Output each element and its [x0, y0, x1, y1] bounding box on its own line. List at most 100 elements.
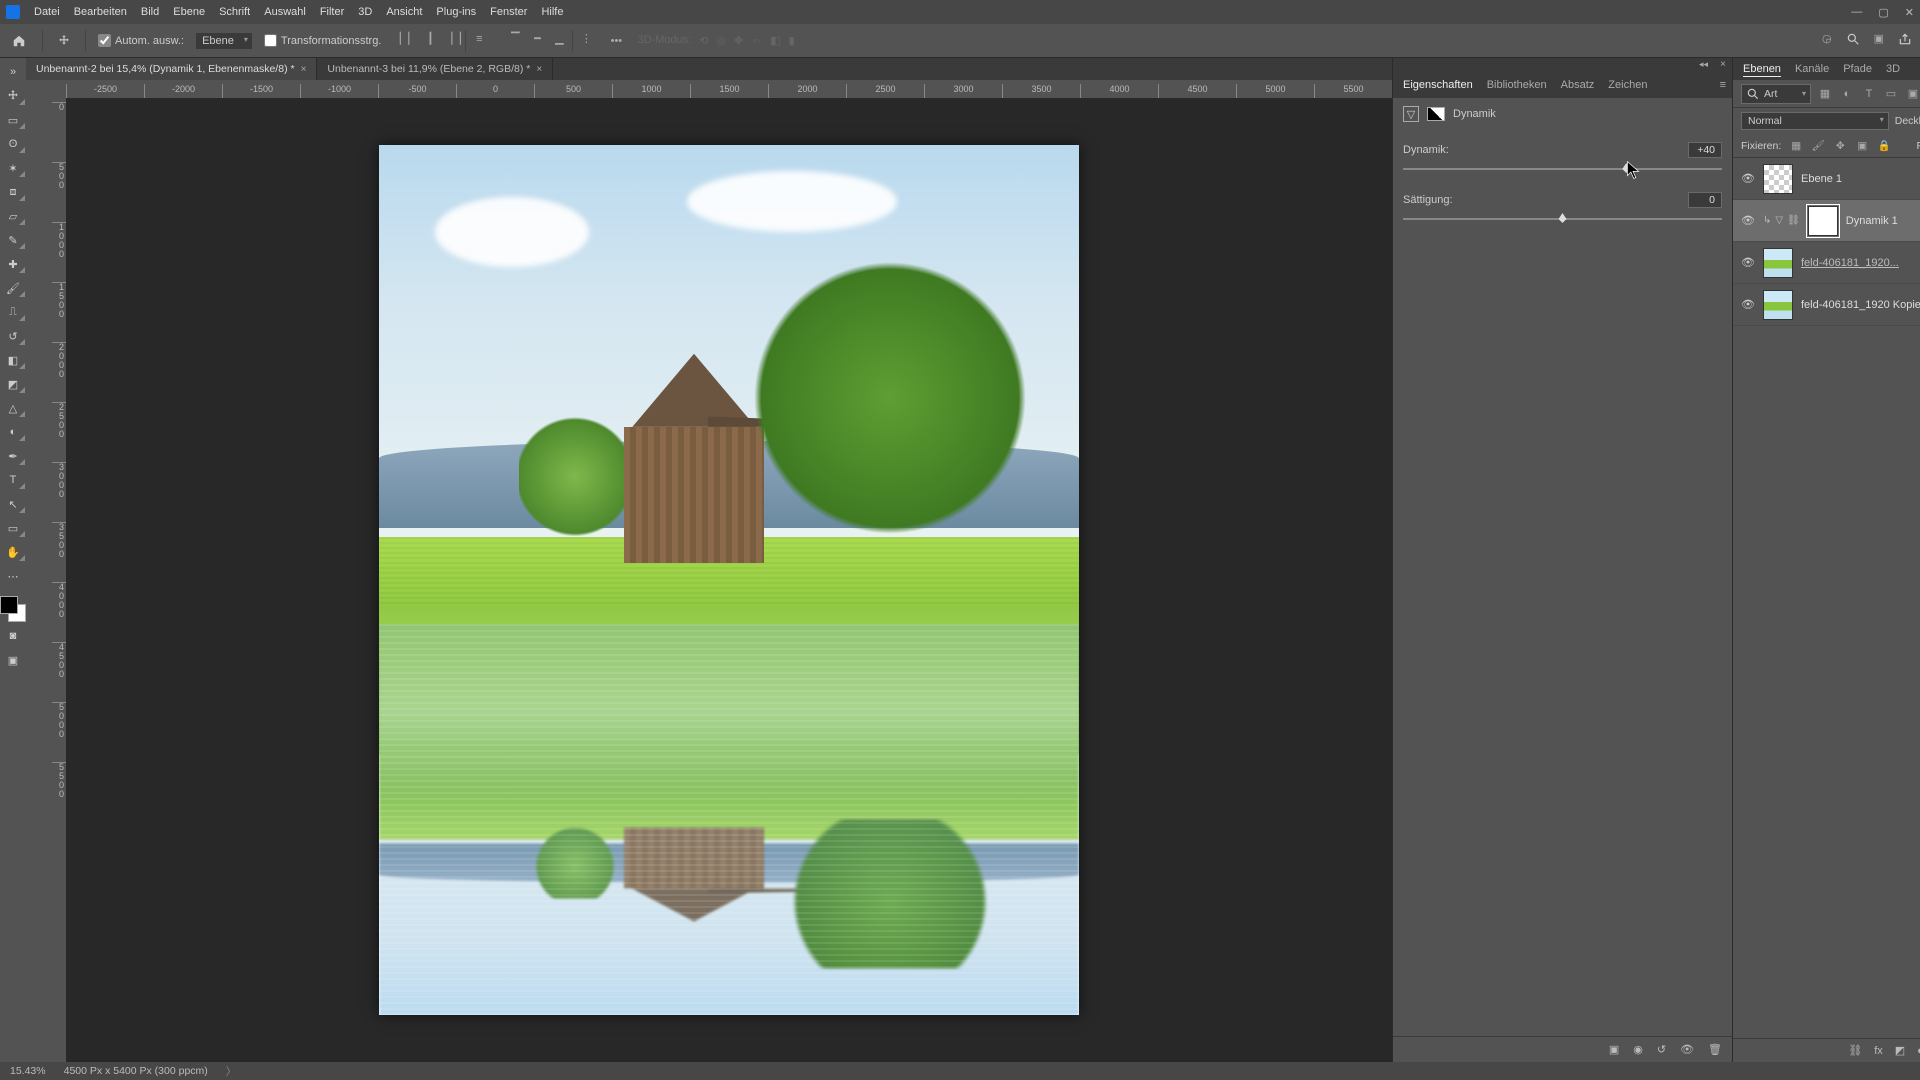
- document-tab[interactable]: Unbenannt-2 bei 15,4% (Dynamik 1, Ebenen…: [26, 58, 317, 80]
- expand-toolbar-icon[interactable]: »: [0, 62, 26, 82]
- menu-item[interactable]: Fenster: [490, 6, 527, 18]
- menu-item[interactable]: Bild: [141, 6, 159, 18]
- magic-wand-tool[interactable]: ✶: [0, 158, 26, 178]
- tab-properties[interactable]: Eigenschaften: [1403, 79, 1473, 91]
- quick-mask-icon[interactable]: ◙: [0, 626, 26, 646]
- artboard[interactable]: [379, 145, 1079, 1015]
- layer-thumbnail[interactable]: [1763, 164, 1793, 194]
- toggle-visibility-icon[interactable]: 👁: [1680, 1043, 1694, 1056]
- close-tab-icon[interactable]: ×: [536, 64, 542, 75]
- layer-name[interactable]: Ebene 1: [1801, 173, 1842, 185]
- layer-name[interactable]: feld-406181_1920 Kopie: [1801, 299, 1920, 311]
- lock-position-icon[interactable]: ✥: [1833, 139, 1847, 153]
- layer-effects-icon[interactable]: fx: [1874, 1045, 1883, 1057]
- foreground-color[interactable]: [0, 596, 18, 614]
- canvas[interactable]: [66, 98, 1392, 1062]
- edit-toolbar-icon[interactable]: ⋯: [0, 566, 26, 586]
- align-bottom-icon[interactable]: ▁: [550, 30, 568, 48]
- layer-mask-thumbnail[interactable]: [1808, 206, 1838, 236]
- hand-tool[interactable]: ✋: [0, 542, 26, 562]
- distribute-v-icon[interactable]: ⋮: [577, 30, 595, 48]
- tab-libraries[interactable]: Bibliotheken: [1487, 79, 1547, 91]
- zoom-level[interactable]: 15.43%: [10, 1065, 46, 1077]
- menu-item[interactable]: 3D: [358, 6, 372, 18]
- layer-row[interactable]: 👁 ↳▽⛓ Dynamik 1: [1733, 200, 1920, 242]
- auto-select-target-dropdown[interactable]: Ebene: [196, 33, 252, 49]
- filter-type-icon[interactable]: T: [1861, 86, 1877, 102]
- more-options-icon[interactable]: •••: [607, 32, 625, 50]
- lock-transparency-icon[interactable]: ▦: [1789, 139, 1803, 153]
- align-left-icon[interactable]: ▏▏: [399, 30, 417, 48]
- blend-mode-dropdown[interactable]: Normal: [1741, 112, 1889, 130]
- type-tool[interactable]: T: [0, 470, 26, 490]
- home-button[interactable]: [8, 30, 30, 52]
- shape-tool[interactable]: ▭: [0, 518, 26, 538]
- vibrance-value[interactable]: +40: [1688, 142, 1722, 158]
- healing-brush-tool[interactable]: ✚: [0, 254, 26, 274]
- align-center-v-icon[interactable]: ━: [528, 30, 546, 48]
- saturation-slider[interactable]: [1403, 212, 1722, 226]
- visibility-toggle-icon[interactable]: 👁: [1741, 298, 1755, 311]
- align-right-icon[interactable]: ▕▕: [443, 30, 461, 48]
- add-mask-icon[interactable]: ◩: [1895, 1044, 1905, 1057]
- menu-item[interactable]: Datei: [34, 6, 60, 18]
- visibility-toggle-icon[interactable]: 👁: [1741, 214, 1755, 227]
- eraser-tool[interactable]: ◧: [0, 350, 26, 370]
- layer-thumbnail[interactable]: [1763, 248, 1793, 278]
- layer-row[interactable]: 👁 feld-406181_1920...: [1733, 242, 1920, 284]
- tab-paths[interactable]: Pfade: [1843, 63, 1872, 75]
- align-top-icon[interactable]: ▔: [506, 30, 524, 48]
- gradient-tool[interactable]: ◩: [0, 374, 26, 394]
- visibility-toggle-icon[interactable]: 👁: [1741, 172, 1755, 185]
- auto-select-checkbox[interactable]: Autom. ausw.:: [98, 34, 184, 47]
- path-selection-tool[interactable]: ↖: [0, 494, 26, 514]
- layer-filter-kind-dropdown[interactable]: Art ▾: [1741, 84, 1811, 104]
- distribute-h-icon[interactable]: ≡: [470, 30, 488, 48]
- share-icon[interactable]: [1898, 32, 1912, 49]
- tab-layers[interactable]: Ebenen: [1743, 63, 1781, 75]
- saturation-value[interactable]: 0: [1688, 192, 1722, 208]
- panel-collapse-icon[interactable]: ◂◂: [1699, 59, 1708, 70]
- pen-tool[interactable]: ✒: [0, 446, 26, 466]
- tab-3d[interactable]: 3D: [1886, 63, 1900, 75]
- move-tool[interactable]: [0, 86, 26, 106]
- layer-row[interactable]: 👁 feld-406181_1920 Kopie: [1733, 284, 1920, 326]
- blur-tool[interactable]: △: [0, 398, 26, 418]
- view-previous-icon[interactable]: ◉: [1633, 1043, 1643, 1056]
- tab-channels[interactable]: Kanäle: [1795, 63, 1829, 75]
- document-tab[interactable]: Unbenannt-3 bei 11,9% (Ebene 2, RGB/8) *…: [317, 58, 553, 80]
- close-tab-icon[interactable]: ×: [301, 64, 307, 75]
- visibility-toggle-icon[interactable]: 👁: [1741, 256, 1755, 269]
- dodge-tool[interactable]: ◐: [0, 422, 26, 442]
- menu-item[interactable]: Plug-ins: [436, 6, 476, 18]
- document-info[interactable]: 4500 Px x 5400 Px (300 ppcm): [64, 1065, 208, 1077]
- menu-item[interactable]: Bearbeiten: [74, 6, 127, 18]
- crop-tool[interactable]: ⧈: [0, 182, 26, 202]
- tab-character[interactable]: Zeichen: [1608, 79, 1647, 91]
- menu-item[interactable]: Schrift: [219, 6, 250, 18]
- panel-menu-icon[interactable]: ≡: [1720, 79, 1726, 91]
- menu-item[interactable]: Auswahl: [264, 6, 306, 18]
- tab-paragraph[interactable]: Absatz: [1561, 79, 1595, 91]
- cloud-docs-icon[interactable]: ◶: [1822, 32, 1832, 49]
- color-swatches[interactable]: [0, 596, 26, 622]
- window-maximize-icon[interactable]: ▢: [1878, 6, 1888, 19]
- clip-to-layer-icon[interactable]: ▣: [1609, 1043, 1619, 1056]
- brush-tool[interactable]: 🖌: [0, 278, 26, 298]
- layer-thumbnail[interactable]: [1763, 290, 1793, 320]
- clone-stamp-tool[interactable]: ⎍: [0, 302, 26, 322]
- ruler-horizontal[interactable]: -2500-2000-1500-1000-5000500100015002000…: [26, 80, 1392, 98]
- search-icon[interactable]: [1846, 32, 1860, 49]
- marquee-tool[interactable]: ▭: [0, 110, 26, 130]
- status-more-icon[interactable]: 〉: [226, 1064, 237, 1079]
- link-layers-icon[interactable]: ⛓: [1848, 1044, 1862, 1057]
- reset-icon[interactable]: ↺: [1657, 1043, 1666, 1056]
- filter-shape-icon[interactable]: ▭: [1883, 86, 1899, 102]
- align-center-h-icon[interactable]: ┃: [421, 30, 439, 48]
- layer-name[interactable]: feld-406181_1920...: [1801, 257, 1899, 269]
- menu-item[interactable]: Ansicht: [386, 6, 422, 18]
- screen-mode-icon[interactable]: ▣: [0, 650, 26, 670]
- ruler-vertical[interactable]: 0500100015002000250030003500400045005000…: [26, 98, 66, 1062]
- frame-tool[interactable]: ▱: [0, 206, 26, 226]
- lasso-tool[interactable]: ʘ: [0, 134, 26, 154]
